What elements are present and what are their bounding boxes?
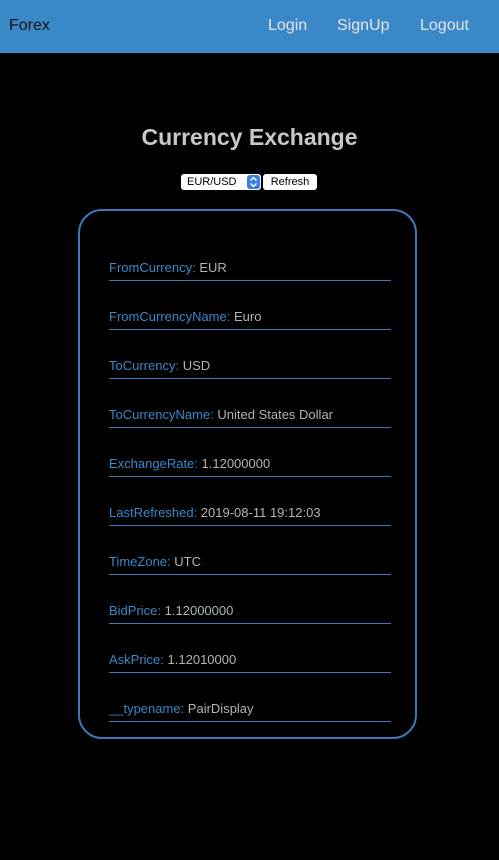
detail-row: ToCurrencyName: United States Dollar xyxy=(109,379,391,428)
detail-value: Euro xyxy=(233,309,262,324)
detail-row: BidPrice: 1.12000000 xyxy=(109,575,391,624)
chevron-updown-icon xyxy=(247,175,260,189)
pair-controls: EUR/USD Refresh xyxy=(181,174,321,190)
detail-key: LastRefreshed xyxy=(109,505,194,520)
detail-row: __typename: PairDisplay xyxy=(109,673,391,722)
detail-key: ToCurrency xyxy=(109,358,176,373)
brand-logo-text[interactable]: Forex xyxy=(9,17,50,35)
top-navbar: Forex Login SignUp Logout xyxy=(0,0,499,53)
detail-value: 1.12000000 xyxy=(201,456,271,471)
detail-value: UTC xyxy=(174,554,201,569)
currency-pair-select-value: EUR/USD xyxy=(187,176,237,188)
nav-signup-link[interactable]: SignUp xyxy=(337,17,389,35)
detail-key: FromCurrency xyxy=(109,260,193,275)
detail-value: United States Dollar xyxy=(217,407,334,422)
detail-key: ToCurrencyName xyxy=(109,407,211,422)
detail-row: AskPrice: 1.12010000 xyxy=(109,624,391,673)
detail-row: ExchangeRate: 1.12000000 xyxy=(109,428,391,477)
detail-key: __typename xyxy=(109,701,181,716)
currency-pair-select[interactable]: EUR/USD xyxy=(181,174,261,190)
detail-value: 2019-08-11 19:12:03 xyxy=(200,505,321,520)
detail-key: TimeZone xyxy=(109,554,168,569)
detail-key: BidPrice xyxy=(109,603,158,618)
detail-value: PairDisplay xyxy=(187,701,254,716)
detail-row: TimeZone: UTC xyxy=(109,526,391,575)
detail-value: 1.12010000 xyxy=(167,652,237,667)
detail-row: ToCurrency: USD xyxy=(109,330,391,379)
detail-row: LastRefreshed: 2019-08-11 19:12:03 xyxy=(109,477,391,526)
detail-key: ExchangeRate xyxy=(109,456,195,471)
nav-logout-link[interactable]: Logout xyxy=(420,17,469,35)
refresh-button[interactable]: Refresh xyxy=(263,174,317,190)
exchange-details-card: FromCurrency: EUR FromCurrencyName: Euro… xyxy=(78,209,417,739)
detail-key: FromCurrencyName xyxy=(109,309,227,324)
nav-login-link[interactable]: Login xyxy=(268,17,307,35)
detail-value: 1.12000000 xyxy=(164,603,234,618)
detail-value: EUR xyxy=(199,260,227,275)
detail-row: FromCurrencyName: Euro xyxy=(109,281,391,330)
detail-key: AskPrice xyxy=(109,652,161,667)
page-title: Currency Exchange xyxy=(141,124,358,150)
detail-row: FromCurrency: EUR xyxy=(109,232,391,281)
detail-value: USD xyxy=(182,358,211,373)
